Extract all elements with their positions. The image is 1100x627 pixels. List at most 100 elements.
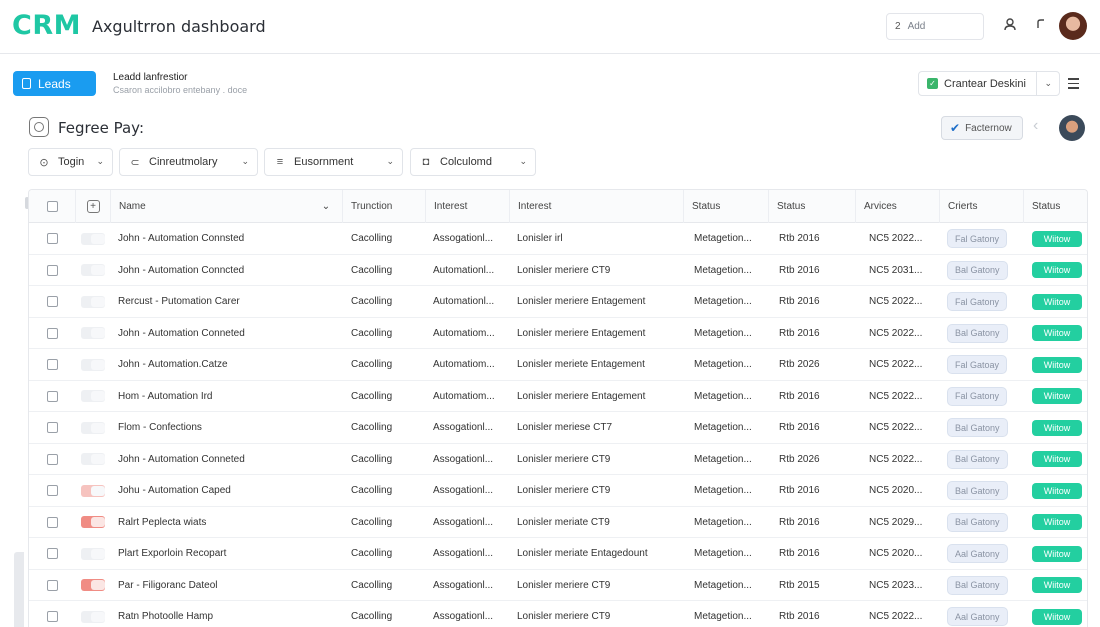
crierts-badge[interactable]: Bal Gatony (947, 481, 1008, 500)
cell-name[interactable]: John - Automation Conneted (118, 318, 338, 349)
crierts-badge[interactable]: Fal Gatony (947, 229, 1008, 248)
row-toggle[interactable] (80, 579, 105, 591)
row-toggle[interactable] (80, 421, 105, 434)
table-row[interactable]: John - Automation Conneted Cacolling Autom… (29, 318, 1087, 349)
row-checkbox[interactable] (46, 611, 58, 622)
crierts-badge[interactable]: Bal Gatony (947, 418, 1008, 437)
app-logo[interactable]: CRM (12, 10, 81, 41)
row-toggle[interactable] (80, 484, 105, 497)
table-row[interactable]: Ralrt Peplecta wiats Cacolling Assogationl… (29, 507, 1087, 538)
crierts-badge[interactable]: Fal Gatony (947, 386, 1008, 406)
status-badge[interactable]: Wiitow (1032, 451, 1082, 467)
table-row[interactable]: Ratn Photoolle Hamp Cacolling Assogationl.… (29, 601, 1087, 627)
cell-name[interactable]: John - Automation Conneted (118, 444, 338, 475)
row-checkbox[interactable] (46, 327, 58, 339)
row-checkbox[interactable] (46, 579, 58, 591)
row-checkbox[interactable] (46, 390, 58, 402)
select-all-checkbox[interactable] (46, 201, 58, 212)
table-row[interactable]: John - Automation Conncted Cacolling Autom… (29, 255, 1087, 286)
cell-name[interactable]: Flom - Confections (118, 412, 338, 443)
crierts-badge[interactable]: Bal Gatony (947, 449, 1008, 469)
factor-button[interactable]: ✔ Facternow (941, 116, 1023, 140)
status-badge[interactable]: Wiitow (1032, 608, 1082, 625)
column-header-status-3[interactable]: Status (1023, 190, 1087, 223)
sort-chevron-icon[interactable]: ⌄ (311, 190, 341, 223)
cell-name[interactable]: Ratn Photoolle Hamp (118, 601, 338, 627)
row-toggle[interactable] (80, 390, 105, 402)
cell-name[interactable]: John - Automation Connsted (118, 223, 338, 254)
status-badge[interactable]: Wiitow (1032, 356, 1082, 373)
crierts-badge[interactable]: Bal Gatony (947, 260, 1008, 280)
status-badge[interactable]: Wiitow (1032, 545, 1082, 562)
table-row[interactable]: John - Automation Connsted Cacolling Assog… (29, 223, 1087, 255)
column-header-interest-2[interactable]: Interest (509, 190, 683, 223)
row-toggle[interactable] (80, 453, 105, 465)
notification-icon[interactable] (1032, 17, 1050, 35)
row-toggle[interactable] (80, 327, 105, 339)
crierts-badge[interactable]: Bal Gatony (947, 512, 1008, 532)
column-header-crierts[interactable]: Crierts (939, 190, 1023, 223)
cell-name[interactable]: Hom - Automation Ird (118, 381, 338, 412)
row-checkbox[interactable] (46, 516, 58, 528)
row-checkbox[interactable] (46, 453, 58, 465)
table-row[interactable]: John - Automation.Catze Cacolling Automati… (29, 349, 1087, 381)
crierts-badge[interactable]: Bal Gatony (947, 575, 1008, 595)
cell-name[interactable]: Johu - Automation Caped (118, 475, 338, 506)
cell-name[interactable]: Ralrt Peplecta wiats (118, 507, 338, 538)
crierts-badge[interactable]: Aal Gatony (947, 544, 1008, 563)
status-badge[interactable]: Wiitow (1032, 577, 1082, 593)
leads-button[interactable]: Leads (13, 71, 96, 96)
table-row[interactable]: Plart Exporloin Recopart Cacolling Assogat… (29, 538, 1087, 570)
column-header-arvices[interactable]: Arvices (855, 190, 939, 223)
row-toggle[interactable] (80, 610, 105, 623)
table-row[interactable]: Hom - Automation Ird Cacolling Automatiom.… (29, 381, 1087, 412)
row-toggle[interactable] (80, 547, 105, 560)
assignee-avatar[interactable] (1059, 115, 1085, 141)
crierts-badge[interactable]: Bal Gatony (947, 323, 1008, 343)
table-row[interactable]: Flom - Confections Cacolling Assogationl..… (29, 412, 1087, 444)
row-checkbox[interactable] (46, 485, 58, 496)
table-row[interactable]: Rercust - Putomation Carer Cacolling Autom… (29, 286, 1087, 318)
status-badge[interactable]: Wiitow (1032, 482, 1082, 499)
crierts-badge[interactable]: Aal Gatony (947, 607, 1008, 626)
column-header-status[interactable]: Status (683, 190, 768, 223)
chevron-down-icon[interactable]: ⌄ (1044, 78, 1052, 89)
table-row[interactable]: John - Automation Conneted Cacolling Assog… (29, 444, 1087, 475)
row-checkbox[interactable] (46, 359, 58, 370)
row-toggle[interactable] (80, 232, 105, 245)
column-header-status-2[interactable]: Status (768, 190, 855, 223)
row-checkbox[interactable] (46, 548, 58, 559)
column-header-name[interactable]: Name (110, 190, 340, 223)
cell-name[interactable]: Par - Filigoranc Dateol (118, 570, 338, 601)
row-checkbox[interactable] (46, 264, 58, 276)
crierts-badge[interactable]: Fal Gatony (947, 292, 1008, 311)
cell-name[interactable]: Plart Exporloin Recopart (118, 538, 338, 569)
cell-name[interactable]: John - Automation.Catze (118, 349, 338, 380)
row-checkbox[interactable] (46, 422, 58, 433)
status-badge[interactable]: Wiitow (1032, 293, 1082, 310)
row-checkbox[interactable] (46, 296, 58, 307)
cell-name[interactable]: John - Automation Conncted (118, 255, 338, 286)
back-arrow-icon[interactable]: ‹ (1033, 117, 1038, 135)
filter-colculomd[interactable]: ◘ Colculomd ⌄ (410, 148, 536, 176)
add-input[interactable]: 2 Add (886, 13, 984, 40)
status-badge[interactable]: Wiitow (1032, 388, 1082, 404)
status-badge[interactable]: Wiitow (1032, 230, 1082, 247)
user-icon[interactable] (1001, 17, 1019, 35)
row-toggle[interactable] (80, 295, 105, 308)
row-toggle[interactable] (80, 516, 105, 528)
row-checkbox[interactable] (46, 233, 58, 244)
status-badge[interactable]: Wiitow (1032, 514, 1082, 530)
filter-cinreutmolary[interactable]: ⊂ Cinreutmolary ⌄ (119, 148, 258, 176)
desk-dropdown-button[interactable]: ✓ Crantear Deskini ⌄ (918, 71, 1060, 96)
add-column-icon[interactable]: + (86, 200, 100, 213)
cell-name[interactable]: Rercust - Putomation Carer (118, 286, 338, 317)
filter-togin[interactable]: ⊙ Togin ⌄ (28, 148, 113, 176)
status-badge[interactable]: Wiitow (1032, 325, 1082, 341)
status-badge[interactable]: Wiitow (1032, 419, 1082, 436)
status-badge[interactable]: Wiitow (1032, 262, 1082, 278)
column-header-interest[interactable]: Interest (425, 190, 509, 223)
row-toggle[interactable] (80, 358, 105, 371)
row-toggle[interactable] (80, 264, 105, 276)
table-row[interactable]: Par - Filigoranc Dateol Cacolling Assogati… (29, 570, 1087, 601)
